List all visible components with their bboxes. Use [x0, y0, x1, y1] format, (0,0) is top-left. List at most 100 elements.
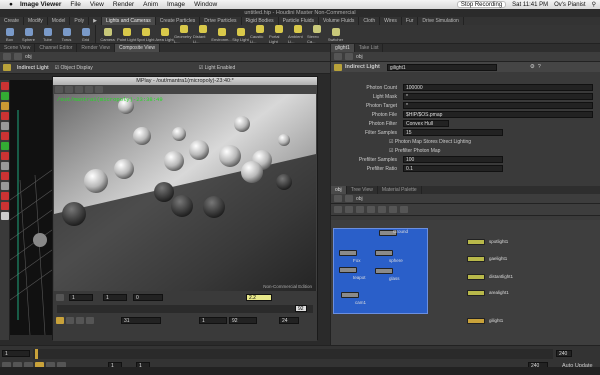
network-node[interactable]	[467, 256, 485, 262]
mplay-tool-2[interactable]	[65, 86, 73, 93]
shelf-tab-particle-fluids[interactable]: Particle Fluids	[279, 17, 320, 25]
viewport-tool-icon[interactable]	[1, 92, 9, 100]
shelf-tab-drive-simulation[interactable]: Drive Simulation	[418, 17, 464, 25]
timeline-playhead[interactable]	[35, 349, 38, 359]
app-menu[interactable]: Image Viewer	[20, 1, 61, 8]
net-tool-1[interactable]	[334, 206, 342, 213]
back-button[interactable]	[334, 195, 342, 202]
menu-view[interactable]: View	[90, 1, 104, 8]
network-node[interactable]	[341, 292, 359, 298]
light-enabled-toggle[interactable]: ☑ Light Enabled	[199, 65, 235, 71]
shelf-tab-model[interactable]: Model	[48, 17, 71, 25]
param-value[interactable]: 15	[403, 129, 503, 136]
tab-tree-view[interactable]: Tree View	[347, 186, 378, 194]
param-value[interactable]: *	[403, 102, 593, 109]
net-tool-2[interactable]	[345, 206, 353, 213]
menu-render[interactable]: Render	[113, 1, 134, 8]
help-icon[interactable]: ?	[538, 64, 541, 70]
mplay-frame-slider[interactable]	[57, 305, 313, 313]
network-path[interactable]: obj	[356, 196, 363, 202]
network-node[interactable]	[467, 290, 485, 296]
param-path[interactable]: obj	[356, 54, 363, 60]
stop-recording-button[interactable]: Stop Recording	[456, 1, 507, 8]
shelf-tool[interactable]: Box	[0, 25, 19, 44]
shelf-tool[interactable]: Torus	[57, 25, 76, 44]
shelf-tool[interactable]: Caustic Li...	[250, 25, 269, 44]
tab-take-list[interactable]: Take List	[355, 44, 384, 52]
shelf-tool[interactable]: Tube	[38, 25, 57, 44]
viewport-tool-icon[interactable]	[1, 152, 9, 160]
forward-button[interactable]	[345, 53, 353, 60]
param-value[interactable]: 100000	[403, 84, 593, 91]
network-node[interactable]	[339, 267, 357, 273]
shelf-tool[interactable]: Environm...	[211, 25, 232, 44]
shelf-tab-lights-cameras[interactable]: Lights and Cameras	[101, 17, 156, 25]
mplay-start-frame[interactable]: 1	[199, 317, 227, 324]
render-image[interactable]: /out/mantra1(micropoly)-23:38:49 Non-Com…	[54, 94, 316, 291]
menu-file[interactable]: File	[70, 1, 80, 8]
shelf-tool[interactable]: Area Light	[155, 25, 174, 44]
mplay-field-a[interactable]: 1	[69, 294, 93, 301]
shelf-tab-drive-particles[interactable]: Drive Particles	[200, 17, 242, 25]
viewport-tool-icon[interactable]	[1, 132, 9, 140]
mplay-zoom-field[interactable]: 2.2	[246, 294, 272, 301]
net-tool-7[interactable]	[400, 206, 408, 213]
viewport-3d[interactable]	[9, 80, 53, 336]
shelf-tool[interactable]: Switcher	[326, 25, 345, 44]
menu-image[interactable]: Image	[167, 1, 185, 8]
network-editor[interactable]: Ground Fox sphere teapot glass cam1 spotlight1…	[331, 220, 600, 345]
viewport-tool-icon[interactable]	[1, 192, 9, 200]
shelf-tool[interactable]: Sky Light	[231, 25, 250, 44]
mplay-end-frame[interactable]: 92	[295, 305, 307, 312]
network-node[interactable]	[467, 274, 485, 280]
param-value[interactable]: Convex Hull	[403, 120, 449, 127]
shelf-tab-rigid-bodies[interactable]: Rigid Bodies	[242, 17, 279, 25]
shelf-tab-wires[interactable]: Wires	[380, 17, 402, 25]
viewport-tool-icon[interactable]	[1, 162, 9, 170]
timeline-current-frame[interactable]: 1	[2, 350, 30, 357]
mplay-tool-5[interactable]	[95, 86, 103, 93]
viewport-tool-icon[interactable]	[1, 202, 9, 210]
param-value[interactable]: 100	[403, 156, 503, 163]
shelf-tool[interactable]: Stereo Ca...	[307, 25, 326, 44]
mplay-tool-1[interactable]	[55, 86, 63, 93]
spotlight-search-icon[interactable]: ⚲	[592, 1, 596, 8]
node-name-field[interactable]: gilight1	[386, 63, 497, 71]
param-value[interactable]: 0.1	[403, 165, 503, 172]
shelf-tool[interactable]: Distant Li...	[193, 25, 212, 44]
tab-channel-editor[interactable]: Channel Editor	[35, 44, 78, 52]
tab-obj[interactable]: obj	[331, 186, 347, 194]
shelf-tab-volume-fluids[interactable]: Volume Fluids	[319, 17, 360, 25]
shelf-tool[interactable]: Spot Light	[136, 25, 155, 44]
viewport-tool-icon[interactable]	[1, 102, 9, 110]
timeline-end-frame[interactable]: 240	[556, 350, 572, 357]
net-tool-3[interactable]	[356, 206, 364, 213]
shelf-tab-more[interactable]: ▶	[89, 17, 102, 25]
tab-composite-view[interactable]: Composite View	[114, 44, 160, 52]
viewer-path[interactable]: obj	[25, 54, 32, 60]
param-checkbox[interactable]: ☑ Photon Map Stores Direct Lighting	[389, 138, 471, 146]
network-node[interactable]	[339, 250, 357, 256]
viewport-tool-icon[interactable]	[1, 122, 9, 130]
network-node[interactable]	[467, 318, 485, 324]
tab-scene-view[interactable]: Scene View	[0, 44, 36, 52]
forward-button[interactable]	[14, 53, 22, 60]
tab-glight1[interactable]: glight1	[331, 44, 355, 52]
mplay-field-b[interactable]: 1	[103, 294, 127, 301]
user-name[interactable]: Ov's Pianist	[554, 2, 586, 8]
viewport-tool-icon[interactable]	[1, 112, 9, 120]
net-tool-5[interactable]	[378, 206, 386, 213]
shelf-tool[interactable]: Point Light	[117, 25, 136, 44]
timeline-slider[interactable]	[33, 349, 553, 359]
apple-menu-icon[interactable]: ●	[9, 1, 13, 8]
menu-window[interactable]: Window	[194, 1, 217, 8]
shelf-tool[interactable]: Sphere	[19, 25, 38, 44]
object-display-toggle[interactable]: ☑ Object Display	[55, 65, 93, 71]
tab-material-palette[interactable]: Material Palette	[378, 186, 422, 194]
play-button[interactable]	[56, 317, 64, 324]
viewport-tool-icon[interactable]	[1, 182, 9, 190]
mplay-display-button[interactable]	[56, 294, 64, 301]
mplay-range-end[interactable]: 92	[229, 317, 257, 324]
tab-render-view[interactable]: Render View	[77, 44, 115, 52]
net-tool-6[interactable]	[389, 206, 397, 213]
